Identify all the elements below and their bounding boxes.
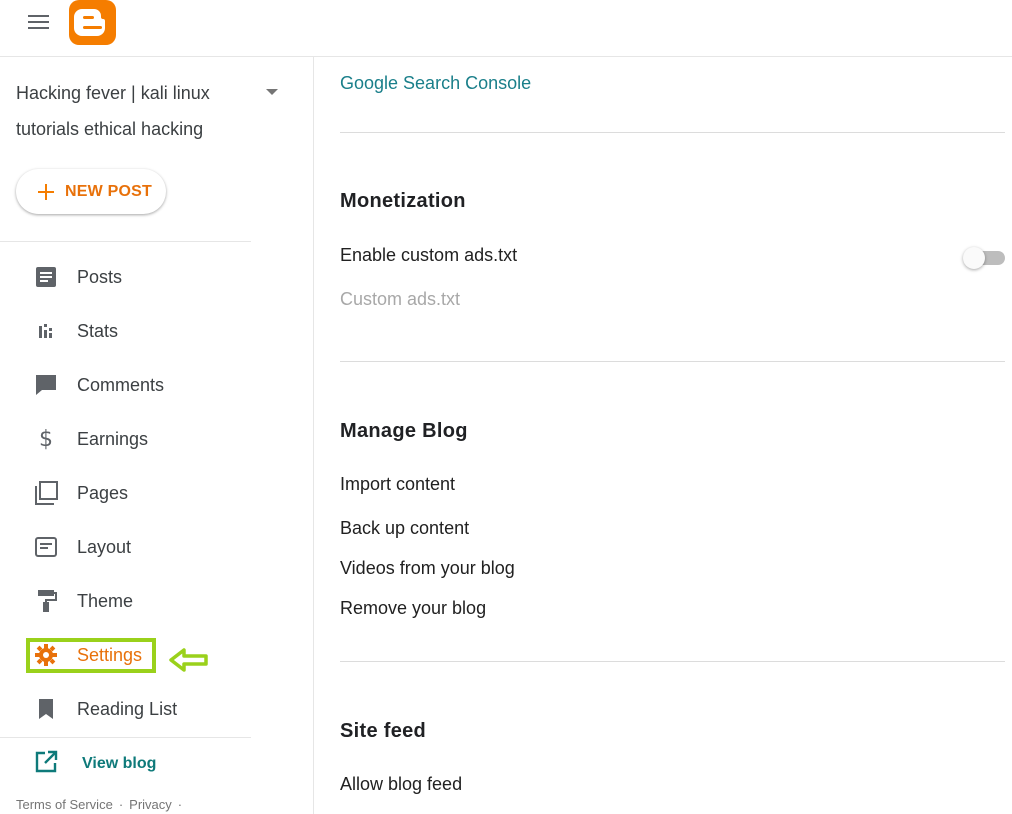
monetization-title: Monetization	[340, 190, 466, 212]
enable-custom-ads-toggle[interactable]	[963, 247, 1005, 269]
blogger-logo-icon[interactable]	[69, 0, 116, 45]
blog-title-line-1: Hacking fever | kali linux	[16, 83, 210, 103]
sidebar-item-stats[interactable]: Stats	[34, 313, 118, 349]
custom-ads-txt-field: Custom ads.txt	[340, 289, 461, 309]
sidebar-item-label: Theme	[77, 590, 134, 611]
dollar-icon: $	[39, 426, 53, 452]
sidebar-item-reading-list[interactable]: Reading List	[34, 691, 177, 727]
posts-icon	[34, 265, 58, 289]
enable-custom-ads-label: Enable custom ads.txt	[340, 245, 518, 265]
separator-dot: ·	[177, 797, 183, 812]
section-divider	[340, 132, 1005, 133]
terms-of-service-link[interactable]: Terms of Service	[16, 797, 113, 812]
settings-highlight-box	[26, 638, 156, 673]
site-feed-title: Site feed	[340, 720, 427, 742]
comments-icon	[34, 373, 58, 397]
settings-main: Google Search Console Monetization Enabl…	[340, 57, 1005, 814]
sidebar-item-label: Comments	[77, 374, 165, 395]
sidebar-item-label: Posts	[77, 266, 123, 287]
back-up-content-button[interactable]: Back up content	[340, 518, 469, 539]
sidebar-divider	[0, 737, 251, 738]
sidebar-item-label: Pages	[77, 482, 129, 503]
view-blog-label: View blog	[82, 755, 157, 772]
new-post-button[interactable]: NEW POST	[16, 169, 166, 214]
bookmark-icon	[34, 697, 58, 721]
remove-your-blog-button[interactable]: Remove your blog	[340, 598, 486, 619]
sidebar-item-label: Earnings	[77, 428, 149, 449]
view-blog-link[interactable]: View blog	[34, 749, 156, 779]
sidebar-item-comments[interactable]: Comments	[34, 367, 164, 403]
section-divider	[340, 361, 1005, 362]
sidebar-divider	[0, 241, 251, 242]
google-search-console-link[interactable]: Google Search Console	[340, 73, 531, 94]
toggle-thumb	[963, 247, 985, 269]
blog-title-line-2: tutorials ethical hacking	[16, 119, 204, 139]
hamburger-menu-icon[interactable]	[27, 13, 51, 31]
blog-title[interactable]: Hacking fever | kali linux tutorials eth…	[16, 75, 256, 147]
layout-icon	[34, 535, 58, 559]
left-arrow-icon	[168, 647, 210, 678]
sidebar-item-label: Stats	[77, 320, 119, 341]
pages-icon	[34, 481, 58, 505]
external-link-icon	[34, 750, 58, 779]
sidebar-item-label: Reading List	[77, 698, 178, 719]
top-bar	[0, 0, 1012, 57]
sidebar-item-layout[interactable]: Layout	[34, 529, 131, 565]
sidebar-item-theme[interactable]: Theme	[34, 583, 133, 619]
paint-roller-icon	[34, 589, 58, 613]
privacy-link[interactable]: Privacy	[129, 797, 172, 812]
separator-dot: ·	[118, 797, 124, 812]
blog-selector-dropdown-icon[interactable]	[266, 89, 278, 95]
manage-blog-title: Manage Blog	[340, 420, 468, 442]
section-divider	[340, 661, 1005, 662]
sidebar-item-pages[interactable]: Pages	[34, 475, 128, 511]
sidebar-item-label: Layout	[77, 536, 132, 557]
allow-blog-feed-setting[interactable]: Allow blog feed	[340, 774, 462, 795]
sidebar-item-earnings[interactable]: $ Earnings	[34, 421, 148, 457]
footer-links: Terms of Service · Privacy ·	[16, 797, 188, 812]
sidebar-item-posts[interactable]: Posts	[34, 259, 122, 295]
import-content-button[interactable]: Import content	[340, 474, 455, 495]
sidebar: Hacking fever | kali linux tutorials eth…	[0, 57, 314, 814]
new-post-label: NEW POST	[65, 182, 152, 200]
plus-icon	[38, 183, 54, 200]
stats-icon	[34, 319, 58, 343]
videos-from-your-blog-link[interactable]: Videos from your blog	[340, 558, 515, 579]
